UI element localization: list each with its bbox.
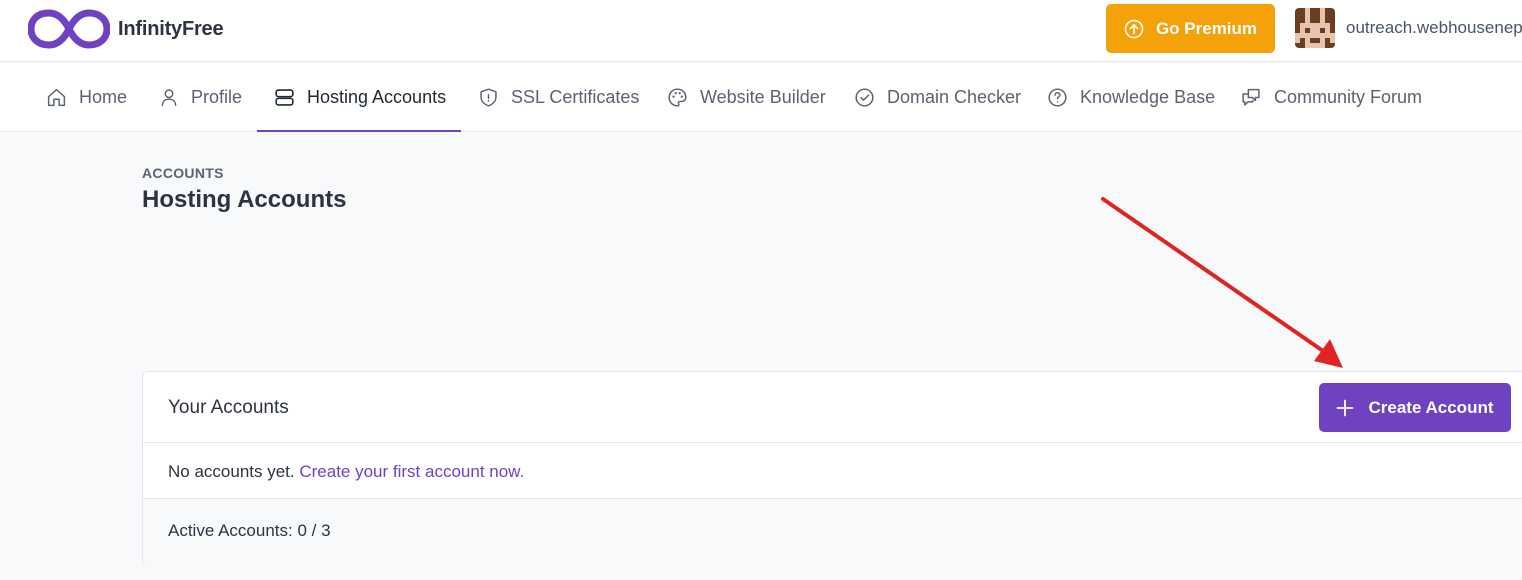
nav-website-builder[interactable]: Website Builder [667,63,826,132]
empty-state-text: No accounts yet. [168,462,295,481]
arrow-up-circle-icon [1124,19,1144,38]
top-bar: InfinityFree Go Premium outreach.webhous… [0,0,1522,62]
page-eyebrow: ACCOUNTS [142,165,224,181]
nav-forum-label: Community Forum [1274,87,1423,107]
help-circle-icon [1048,88,1067,107]
server-icon [275,89,294,106]
nav-hosting-accounts[interactable]: Hosting Accounts [274,63,446,132]
nav-profile[interactable]: Profile [159,63,242,132]
accounts-card-footer: Active Accounts: 0 / 3 [143,499,1522,564]
empty-state: No accounts yet. Create your first accou… [168,462,524,482]
username[interactable]: outreach.webhousenep [1346,18,1522,38]
nav-kb-label: Knowledge Base [1080,87,1216,107]
accounts-card: Your Accounts Create Account No accounts… [142,371,1522,564]
nav-community-forum[interactable]: Community Forum [1240,63,1422,132]
create-account-label: Create Account [1368,397,1494,417]
nav-ssl-label: SSL Certificates [511,87,640,107]
infinity-logo-icon [28,9,110,49]
check-circle-icon [855,88,874,107]
nav-ssl-certificates[interactable]: SSL Certificates [478,63,639,132]
nav-profile-label: Profile [191,87,243,107]
plus-icon [1337,399,1354,416]
shield-icon [480,88,497,107]
avatar[interactable] [1295,8,1335,48]
active-accounts-count: Active Accounts: 0 / 3 [168,521,331,540]
home-icon [47,88,66,107]
page-title: Hosting Accounts [142,186,347,213]
accounts-card-title: Your Accounts [168,397,289,418]
user-icon [161,89,177,106]
go-premium-label: Go Premium [1155,18,1258,38]
accounts-card-body: No accounts yet. Create your first accou… [143,443,1522,499]
create-account-button[interactable]: Create Account [1319,383,1511,432]
nav-hosting-label: Hosting Accounts [307,87,447,107]
nav-home-label: Home [79,87,128,107]
active-tab-indicator [257,130,461,132]
palette-icon [668,88,687,107]
nav-home[interactable]: Home [46,63,127,132]
brand-name: InfinityFree [118,17,224,40]
brand-logo[interactable]: InfinityFree [28,8,224,50]
main-nav: Home Profile Hosting Accounts SSL Certif… [0,63,1522,132]
nav-domain-checker[interactable]: Domain Checker [854,63,1021,132]
accounts-card-header: Your Accounts Create Account [143,372,1522,443]
create-first-account-link[interactable]: Create your first account now. [299,462,524,481]
chat-bubbles-icon [1242,88,1260,106]
nav-domain-label: Domain Checker [887,87,1022,107]
nav-builder-label: Website Builder [700,87,826,107]
go-premium-button[interactable]: Go Premium [1106,4,1275,53]
nav-knowledge-base[interactable]: Knowledge Base [1047,63,1215,132]
